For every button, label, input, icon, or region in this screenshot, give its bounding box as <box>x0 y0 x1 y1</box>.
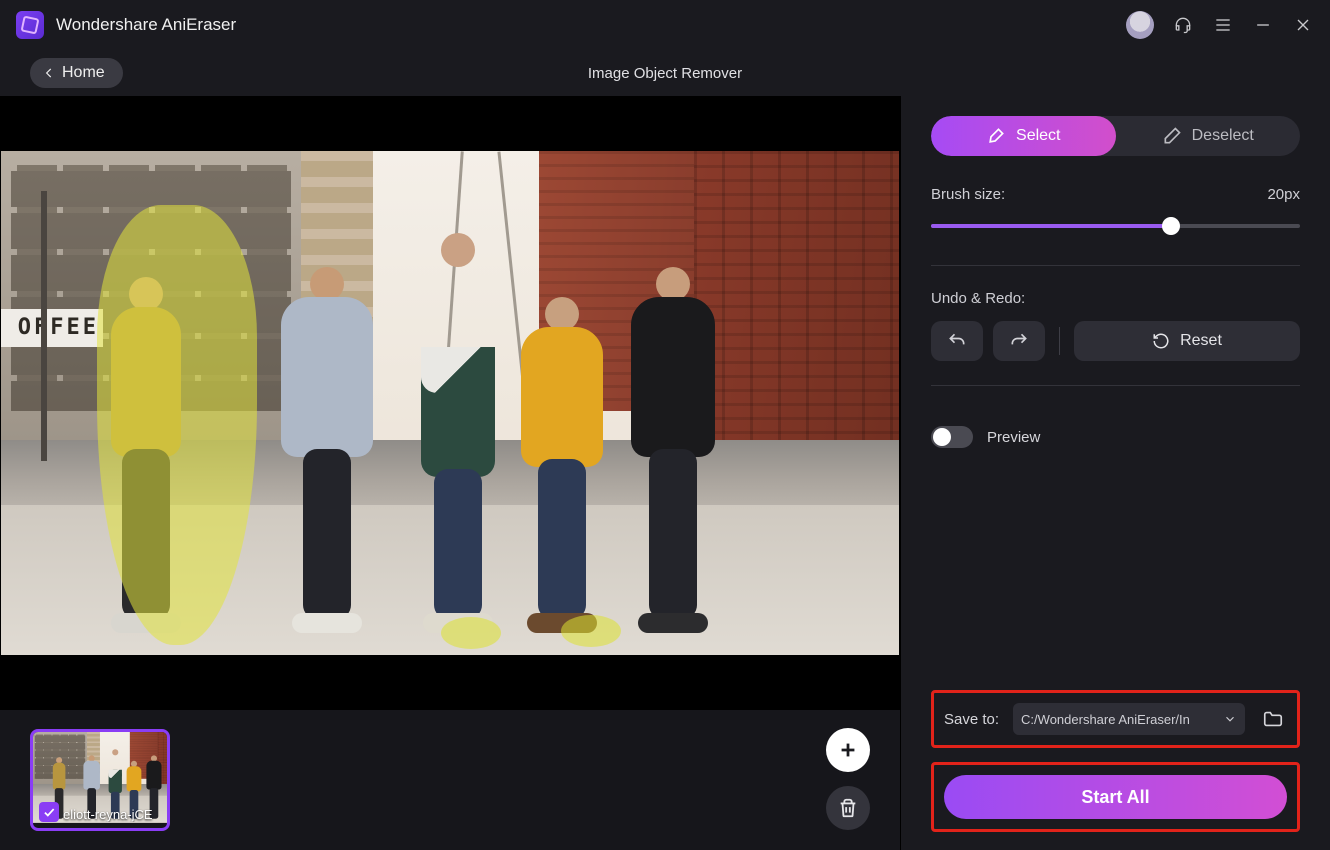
app-title: Wondershare AniEraser <box>56 15 236 35</box>
side-panel: Select Deselect Brush size: 20px Undo & … <box>900 96 1330 850</box>
preview-toggle[interactable] <box>931 426 973 448</box>
save-to-row: Save to: C:/Wondershare AniEraser/In <box>931 690 1300 748</box>
panel-bottom: Save to: C:/Wondershare AniEraser/In Sta… <box>931 690 1300 832</box>
browse-folder-button[interactable] <box>1259 705 1287 733</box>
brush-size-value: 20px <box>1267 186 1300 203</box>
undo-button[interactable] <box>931 321 983 361</box>
coffee-sign-text: OFFEE <box>1 309 103 347</box>
brush-icon <box>986 126 1006 146</box>
close-icon[interactable] <box>1292 14 1314 36</box>
canvas-image[interactable]: OFFEE <box>1 151 899 655</box>
undo-redo-row: Reset <box>931 321 1300 361</box>
start-all-label: Start All <box>1081 787 1149 808</box>
user-avatar[interactable] <box>1126 11 1154 39</box>
canvas-wrap[interactable]: OFFEE <box>0 96 900 710</box>
headset-icon[interactable] <box>1172 14 1194 36</box>
titlebar-right <box>1126 11 1314 39</box>
page-title: Image Object Remover <box>588 65 742 82</box>
brush-size-label: Brush size: <box>931 186 1005 203</box>
thumbnail-filename: eliott-reyna-jCE <box>63 807 161 822</box>
person-5 <box>631 267 715 633</box>
select-deselect-segment: Select Deselect <box>931 116 1300 156</box>
brush-size-slider[interactable] <box>931 211 1300 241</box>
main: OFFEE <box>0 96 1330 850</box>
deselect-label: Deselect <box>1192 127 1254 145</box>
toolbar: Home Image Object Remover <box>0 50 1330 96</box>
redo-button[interactable] <box>993 321 1045 361</box>
titlebar: Wondershare AniEraser <box>0 0 1330 50</box>
home-button[interactable]: Home <box>30 58 123 88</box>
reset-button[interactable]: Reset <box>1074 321 1300 361</box>
save-path-dropdown[interactable]: C:/Wondershare AniEraser/In <box>1013 703 1245 735</box>
chevron-left-icon <box>42 66 56 80</box>
plus-icon <box>837 739 859 761</box>
folder-icon <box>1262 708 1284 730</box>
trash-icon <box>837 797 859 819</box>
selection-blob-2 <box>561 615 621 647</box>
select-tab[interactable]: Select <box>931 116 1116 156</box>
save-to-label: Save to: <box>944 711 999 728</box>
reset-icon <box>1152 332 1170 350</box>
deselect-tab[interactable]: Deselect <box>1116 116 1301 156</box>
delete-image-button[interactable] <box>826 786 870 830</box>
redo-icon <box>1009 331 1029 351</box>
reset-label: Reset <box>1180 332 1222 350</box>
menu-icon[interactable] <box>1212 14 1234 36</box>
start-all-row: Start All <box>931 762 1300 832</box>
preview-label: Preview <box>987 429 1040 446</box>
canvas-column: OFFEE <box>0 96 900 850</box>
home-label: Home <box>62 64 105 82</box>
eraser-icon <box>1162 126 1182 146</box>
thumbnail[interactable]: eliott-reyna-jCE <box>30 729 170 831</box>
select-label: Select <box>1016 127 1060 145</box>
thumbnail-checkbox[interactable] <box>39 802 59 822</box>
chevron-down-icon <box>1223 712 1237 726</box>
slider-thumb[interactable] <box>1162 217 1180 235</box>
minimize-icon[interactable] <box>1252 14 1274 36</box>
thumbnail-strip: eliott-reyna-jCE <box>0 710 900 850</box>
person-4 <box>521 297 603 633</box>
person-3 <box>421 233 495 633</box>
app-logo <box>16 11 44 39</box>
selection-blob-1 <box>441 617 501 649</box>
brush-row: Brush size: 20px <box>931 186 1300 203</box>
strip-buttons <box>826 728 870 830</box>
preview-row: Preview <box>931 426 1300 448</box>
save-path-value: C:/Wondershare AniEraser/In <box>1021 712 1190 727</box>
add-image-button[interactable] <box>826 728 870 772</box>
start-all-button[interactable]: Start All <box>944 775 1287 819</box>
check-icon <box>42 805 56 819</box>
person-2 <box>281 267 373 633</box>
undo-icon <box>947 331 967 351</box>
undo-redo-label: Undo & Redo: <box>931 290 1300 307</box>
